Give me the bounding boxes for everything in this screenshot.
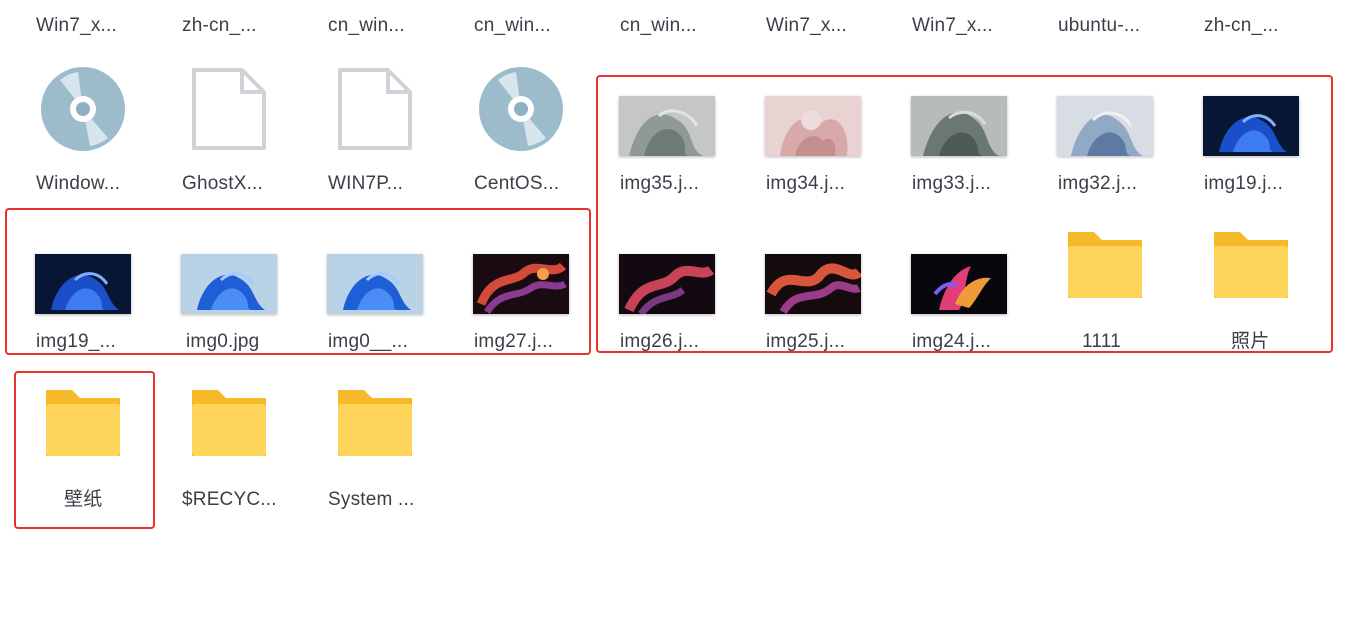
file-label[interactable]: WIN7P... — [328, 172, 403, 196]
file-label[interactable]: Win7_x... — [36, 14, 117, 38]
file-label[interactable]: cn_win... — [620, 14, 697, 38]
document-icon — [338, 68, 412, 150]
highlight-box-wallpaper-folder — [14, 371, 155, 529]
folder-icon — [338, 390, 412, 456]
file-label[interactable]: Win7_x... — [766, 14, 847, 38]
highlight-box-right-group — [596, 75, 1333, 353]
disc-icon — [41, 67, 125, 151]
folder-label[interactable]: System ... — [328, 488, 414, 512]
file-label[interactable]: zh-cn_... — [182, 14, 257, 38]
file-label[interactable]: zh-cn_... — [1204, 14, 1279, 38]
document-icon — [192, 68, 266, 150]
file-label[interactable]: ubuntu-... — [1058, 14, 1140, 38]
folder-label[interactable]: $RECYC... — [182, 488, 277, 512]
file-label[interactable]: GhostX... — [182, 172, 263, 196]
file-label[interactable]: CentOS... — [474, 172, 559, 196]
folder-icon — [192, 390, 266, 456]
file-label[interactable]: cn_win... — [328, 14, 405, 38]
file-label[interactable]: cn_win... — [474, 14, 551, 38]
file-label[interactable]: Win7_x... — [912, 14, 993, 38]
file-label[interactable]: Window... — [36, 172, 120, 196]
highlight-box-left-group — [5, 208, 591, 355]
disc-icon — [479, 67, 563, 151]
